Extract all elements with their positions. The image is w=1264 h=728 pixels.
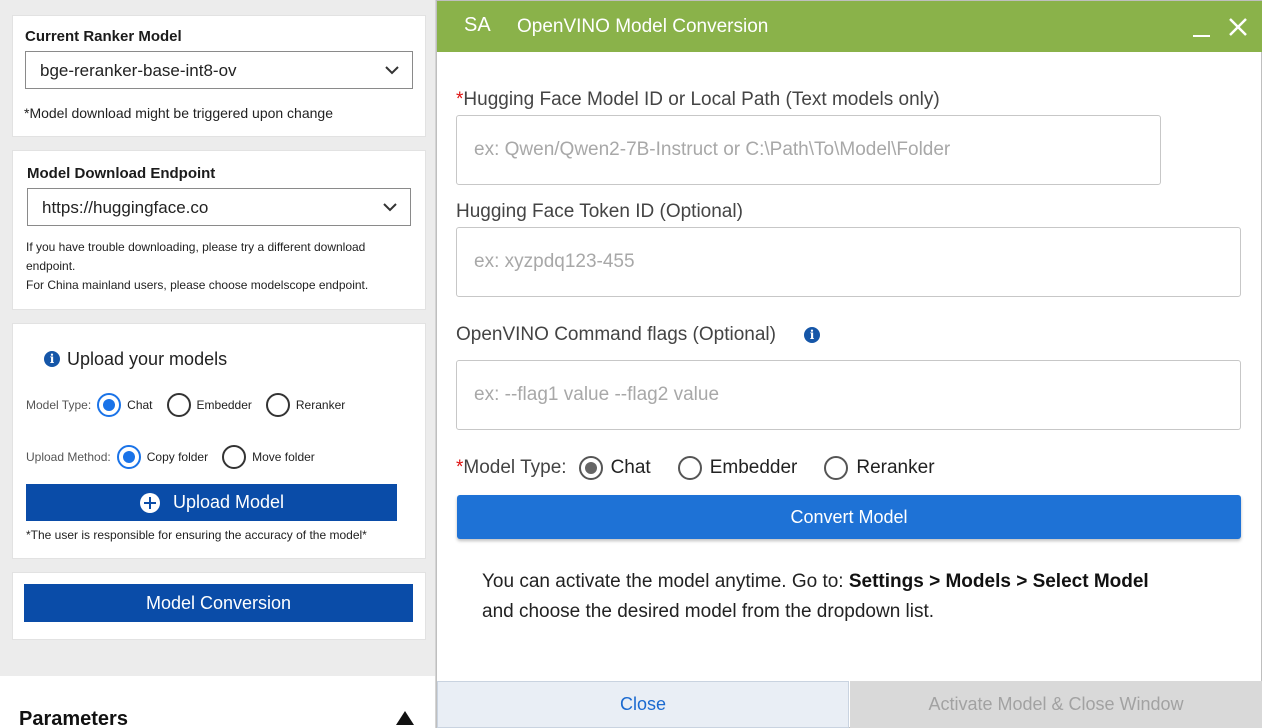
endpoint-title: Model Download Endpoint [27,165,216,182]
ranker-select[interactable]: bge-reranker-base-int8-ov [25,51,413,89]
hint-prefix: You can activate the model anytime. Go t… [482,571,849,592]
minimize-icon[interactable] [1193,35,1210,37]
activate-close-label: Activate Model & Close Window [928,694,1184,714]
token-placeholder: ex: xyzpdq123-455 [474,251,635,272]
dialog-embedder-radio[interactable] [677,456,702,480]
model-type-chat-radio[interactable] [97,393,122,417]
endpoint-select-value: https://huggingface.co [42,198,209,217]
chevron-down-icon [385,66,399,75]
endpoint-note-line2: endpoint. [26,259,76,273]
parameters-section[interactable]: Parameters [0,676,435,728]
model-type-embedder-label: Embedder [196,398,252,412]
app-badge: SA [464,14,491,36]
ranker-title: Current Ranker Model [25,28,182,45]
endpoint-note-line3: For China mainland users, please choose … [26,278,369,292]
dialog-model-type-label-text: Model Type: [463,457,567,478]
activation-hint: You can activate the model anytime. Go t… [482,567,1222,627]
settings-sidebar: Current Ranker Model bge-reranker-base-i… [0,0,436,728]
parameters-title: Parameters [19,708,128,728]
model-conversion-button[interactable]: Model Conversion [24,584,413,622]
hint-path: Settings > Models > Select Model [848,571,1149,592]
activate-close-button[interactable]: Activate Model & Close Window [850,681,1262,728]
flags-input[interactable]: ex: --flag1 value --flag2 value [456,360,1241,430]
token-label: Hugging Face Token ID (Optional) [456,201,743,222]
model-type-embedder-radio[interactable] [166,393,191,417]
model-type-chat-label: Chat [127,398,153,412]
convert-model-button[interactable]: Convert Model [457,495,1241,539]
hint-suffix: and choose the desired model from the dr… [482,601,935,622]
dialog-model-type-label: *Model Type: [456,457,567,479]
model-type-reranker-label: Reranker [295,398,346,412]
conversion-card: Model Conversion [12,572,426,640]
model-id-label: *Hugging Face Model ID or Local Path (Te… [456,89,940,111]
model-conversion-label: Model Conversion [145,592,292,613]
plus-circle-icon [139,492,160,513]
ranker-select-value: bge-reranker-base-int8-ov [40,61,237,80]
model-type-reranker-radio[interactable] [265,393,290,417]
flags-label: OpenVINO Command flags (Optional) [456,324,776,345]
model-id-placeholder: ex: Qwen/Qwen2-7B-Instruct or C:\Path\To… [474,139,951,160]
dialog-reranker-radio[interactable] [824,456,849,480]
close-button-label: Close [619,694,667,714]
upload-method-label: Upload Method: [26,450,111,464]
upload-card: i Upload your models Model Type: Chat Em… [12,323,426,559]
collapse-arrow-icon[interactable] [396,711,414,725]
dialog-titlebar: SA OpenVINO Model Conversion [437,1,1262,52]
move-folder-label: Move folder [252,450,315,464]
copy-folder-label: Copy folder [146,450,209,464]
token-input[interactable]: ex: xyzpdq123-455 [456,227,1241,297]
dialog-embedder-label: Embedder [709,457,798,478]
model-id-label-text: Hugging Face Model ID or Local Path (Tex… [463,89,940,110]
dialog-reranker-label: Reranker [856,457,935,478]
dialog-model-type-row: *Model Type: Chat Embedder Reranker [456,456,935,480]
chevron-down-icon [383,203,397,212]
info-icon: i [44,351,60,367]
dialog-title: OpenVINO Model Conversion [517,16,769,37]
model-type-row: Model Type: Chat Embedder Reranker [26,393,345,417]
upload-disclaimer: *The user is responsible for ensuring th… [26,528,367,542]
upload-title: Upload your models [67,349,228,369]
upload-method-row: Upload Method: Copy folder Move folder [26,445,315,469]
dialog-chat-radio[interactable] [578,456,603,480]
ranker-note: *Model download might be triggered upon … [24,105,333,121]
endpoint-card: Model Download Endpoint https://huggingf… [12,150,426,310]
info-icon[interactable]: i [804,327,820,343]
model-id-input[interactable]: ex: Qwen/Qwen2-7B-Instruct or C:\Path\To… [456,115,1161,185]
dialog-chat-label: Chat [610,457,651,478]
close-icon[interactable] [1225,14,1251,40]
endpoint-note-line1: If you have trouble downloading, please … [26,240,366,254]
endpoint-select[interactable]: https://huggingface.co [27,188,411,226]
model-type-label: Model Type: [26,398,92,412]
flags-placeholder: ex: --flag1 value --flag2 value [474,384,720,405]
close-button[interactable]: Close [437,681,849,728]
convert-model-label: Convert Model [790,506,908,527]
conversion-dialog: SA OpenVINO Model Conversion *Hugging Fa… [436,0,1262,728]
upload-model-button[interactable]: Upload Model [26,484,397,521]
upload-model-label: Upload Model [172,492,285,512]
copy-folder-radio[interactable] [116,445,141,469]
ranker-card: Current Ranker Model bge-reranker-base-i… [12,15,426,137]
move-folder-radio[interactable] [222,445,247,469]
